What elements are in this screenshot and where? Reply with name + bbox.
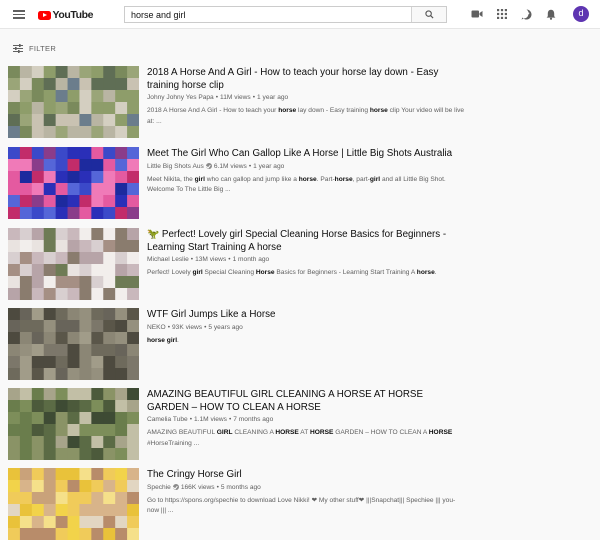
notifications-bell-icon[interactable] xyxy=(546,9,556,20)
video-meta: Spechie 166K views • 5 months ago xyxy=(147,484,467,491)
video-description: horse girl. xyxy=(147,336,179,344)
filter-button[interactable]: FILTER xyxy=(13,43,56,53)
channel-name[interactable]: Little Big Shots Aus xyxy=(147,163,204,170)
video-meta: Johny Johny Yes Papa • 11M views • 1 year ag… xyxy=(147,94,467,101)
video-result-item[interactable]: Meet The Girl Who Can Gallop Like A Hors… xyxy=(8,147,468,219)
video-thumbnail[interactable] xyxy=(8,228,139,300)
filter-label: FILTER xyxy=(29,43,57,53)
video-info: 🦖 Perfect! Lovely girl Special Cleaning … xyxy=(147,229,467,279)
video-description: Perfect! Lovely girl Special Cleaning Ho… xyxy=(147,269,437,276)
view-count: 11M views xyxy=(220,94,251,101)
meta-separator: • xyxy=(216,483,219,491)
video-meta: Michael Leslie • 13M views • 1 month ago xyxy=(147,256,467,263)
video-info: Meet The Girl Who Can Gallop Like A Hors… xyxy=(147,148,467,196)
video-result-item[interactable]: 🦖 Perfect! Lovely girl Special Cleaning … xyxy=(8,228,468,300)
meta-separator: • xyxy=(204,323,207,331)
channel-name[interactable]: NEKO xyxy=(147,324,166,331)
channel-name[interactable]: Michael Leslie xyxy=(147,256,189,263)
messages-icon[interactable] xyxy=(521,9,532,20)
video-thumbnail[interactable] xyxy=(8,468,139,540)
search-input[interactable] xyxy=(125,7,412,22)
view-count: 6.1M views xyxy=(213,162,247,170)
meta-separator: • xyxy=(252,94,256,101)
video-description: AMAZING BEAUTIFUL GIRL CLEANING A HORSE … xyxy=(147,429,453,447)
upload-age: 1 year ago xyxy=(257,94,289,101)
meta-separator: • xyxy=(190,256,194,263)
search-icon xyxy=(425,10,434,19)
channel-name[interactable]: Camelia Tube xyxy=(147,416,188,423)
video-title[interactable]: The Cringy Horse Girl xyxy=(147,469,467,482)
verified-check-icon xyxy=(172,484,179,490)
upload-age: 5 months ago xyxy=(220,483,261,491)
video-title[interactable]: AMAZING BEAUTIFUL GIRL CLEANING A HORSE … xyxy=(147,389,467,414)
video-result-item[interactable]: 2018 A Horse And A Girl - How to teach y… xyxy=(8,66,468,138)
video-thumbnail[interactable] xyxy=(8,388,139,460)
video-info: WTF Girl Jumps Like a Horse NEKO • 93K view… xyxy=(147,309,467,346)
video-result-item[interactable]: WTF Girl Jumps Like a Horse NEKO • 93K view… xyxy=(8,308,468,380)
video-title[interactable]: 2018 A Horse And A Girl - How to teach y… xyxy=(147,67,467,92)
upload-age: 1 year ago xyxy=(253,162,285,170)
video-thumbnail[interactable] xyxy=(8,147,139,219)
view-count: 13M views xyxy=(195,256,227,263)
apps-grid-icon[interactable] xyxy=(497,9,507,19)
logo-text: YouTube xyxy=(52,9,94,21)
video-info: 2018 A Horse And A Girl - How to teach y… xyxy=(147,67,467,127)
channel-name[interactable]: Johny Johny Yes Papa xyxy=(147,94,214,101)
meta-separator: • xyxy=(215,94,219,101)
video-meta: Little Big Shots Aus 6.1M views • 1 year ag… xyxy=(147,163,467,170)
top-bar: YouTube d xyxy=(0,0,600,29)
youtube-logo[interactable]: YouTube xyxy=(38,9,93,21)
video-description: 2018 A Horse And A Girl - How to teach y… xyxy=(147,107,465,125)
video-info: AMAZING BEAUTIFUL GIRL CLEANING A HORSE … xyxy=(147,389,467,449)
meta-separator: • xyxy=(189,416,192,423)
create-video-icon[interactable] xyxy=(471,9,483,19)
view-count: 93K views xyxy=(172,323,203,331)
upload-age: 5 years ago xyxy=(208,323,243,331)
hamburger-menu-icon[interactable] xyxy=(13,10,25,19)
video-result-item[interactable]: The Cringy Horse Girl Spechie 166K views • 5… xyxy=(8,468,468,540)
filter-sliders-icon xyxy=(13,43,23,53)
search-button[interactable] xyxy=(411,7,446,22)
upload-age: 7 months ago xyxy=(233,416,274,423)
video-thumbnail[interactable] xyxy=(8,308,139,380)
meta-separator: • xyxy=(228,416,232,423)
video-description: Meet Nikita, the girl who can gallop and… xyxy=(147,175,446,194)
upload-age: 1 month ago xyxy=(232,256,270,263)
search-box xyxy=(124,6,447,23)
video-title[interactable]: 🦖 Perfect! Lovely girl Special Cleaning … xyxy=(147,229,467,254)
video-thumbnail[interactable] xyxy=(8,66,139,138)
video-info: The Cringy Horse Girl Spechie 166K views • 5… xyxy=(147,469,467,517)
verified-check-icon xyxy=(205,163,212,169)
play-logo-icon xyxy=(38,10,51,20)
user-avatar[interactable]: d xyxy=(573,6,589,22)
video-title[interactable]: WTF Girl Jumps Like a Horse xyxy=(147,309,467,322)
view-count: 1.1M views xyxy=(194,416,227,423)
meta-separator: • xyxy=(248,162,252,170)
video-title[interactable]: Meet The Girl Who Can Gallop Like A Hors… xyxy=(147,148,467,161)
meta-separator: • xyxy=(228,256,231,263)
channel-name[interactable]: Spechie xyxy=(147,484,171,491)
meta-separator: • xyxy=(167,323,170,331)
video-meta: Camelia Tube • 1.1M views • 7 months ago xyxy=(147,416,467,423)
view-count: 166K views xyxy=(180,483,215,491)
video-description: Go to https://spons.org/spechie to downl… xyxy=(147,496,456,515)
video-result-item[interactable]: AMAZING BEAUTIFUL GIRL CLEANING A HORSE … xyxy=(8,388,468,460)
video-meta: NEKO • 93K views • 5 years ago xyxy=(147,324,467,331)
